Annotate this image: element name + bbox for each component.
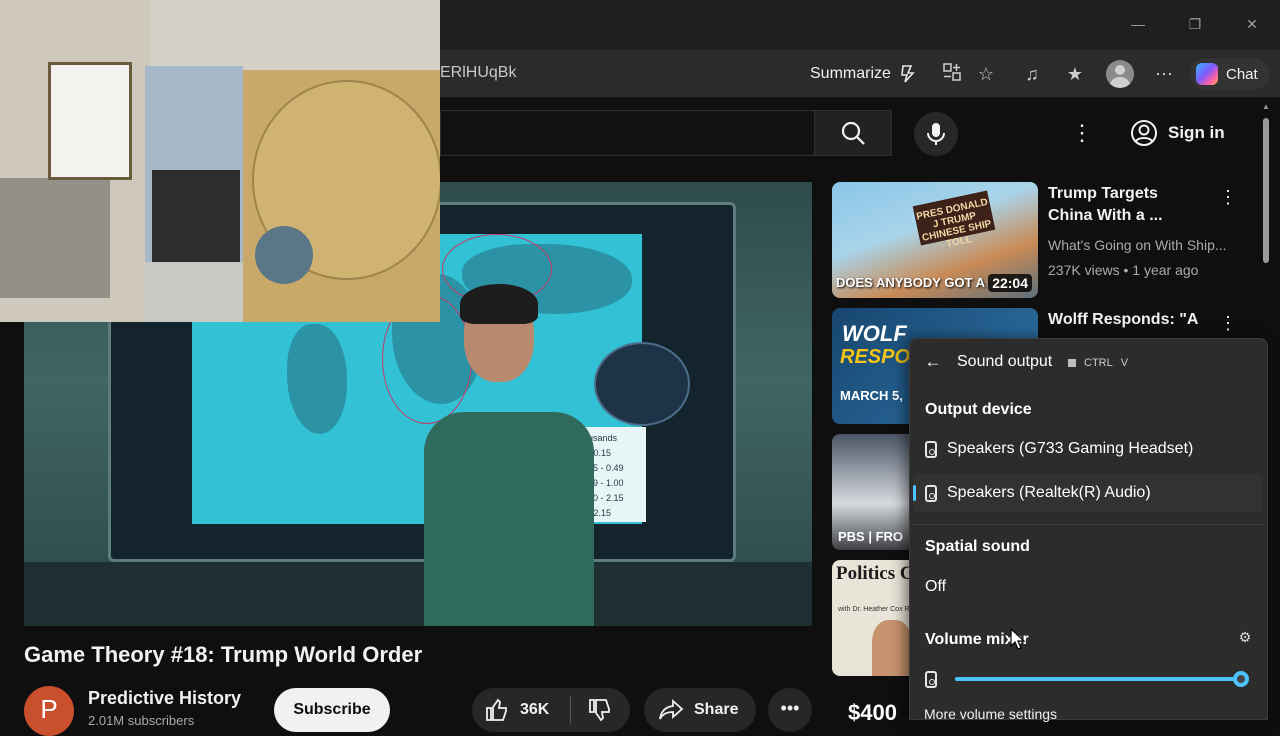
recommendation-thumbnail[interactable]: PRES DONALD J TRUMP CHINESE SHIP TOLL DO…	[832, 182, 1038, 298]
share-label: Share	[694, 701, 739, 718]
webcam-floor	[145, 262, 245, 322]
volume-slider-fill	[955, 677, 1241, 681]
mouse-cursor-icon	[1010, 628, 1026, 650]
shortcut-key: V	[1120, 357, 1129, 369]
chat-label: Chat	[1226, 65, 1258, 83]
thumbnail-price-text: $400	[848, 700, 897, 725]
search-input[interactable]	[440, 110, 814, 156]
like-count: 36K	[520, 701, 550, 718]
webcam-overlay	[0, 0, 440, 322]
recommendation-title-line: China With a ...	[1048, 207, 1163, 224]
thumbs-up-icon	[486, 698, 507, 721]
flyout-divider	[913, 524, 1263, 525]
video-title: Game Theory #18: Trump World Order	[24, 642, 423, 667]
search-icon	[841, 121, 865, 145]
legend-row: - 0.15	[588, 448, 612, 458]
split-screen-icon[interactable]	[940, 62, 964, 86]
recommendation-channel[interactable]: What's Going on With Ship...	[1048, 237, 1227, 253]
microphone-icon	[927, 123, 945, 145]
keyboard-shortcut-hint: CTRL V	[1068, 355, 1128, 371]
media-control-icon[interactable]: ♫	[1020, 62, 1044, 86]
sound-output-flyout	[909, 338, 1268, 720]
legend-row: - 2.15	[588, 508, 612, 518]
classroom-floor	[24, 562, 812, 626]
spatial-sound-heading: Spatial sound	[925, 538, 1030, 555]
recommendation-menu-icon[interactable]: ⋮	[1218, 184, 1238, 210]
thumbnail-banner: PRES DONALD J TRUMP CHINESE SHIP TOLL	[912, 190, 996, 250]
settings-menu-icon[interactable]: ⋮	[1070, 120, 1094, 146]
more-actions-button[interactable]: •••	[768, 688, 812, 732]
copilot-icon	[1196, 63, 1218, 85]
sign-in-button[interactable]: Sign in	[1118, 114, 1237, 152]
south-america-shape	[287, 324, 347, 434]
thumbnail-logo: PBS | FRO	[838, 529, 904, 544]
channel-avatar[interactable]: P	[24, 686, 74, 736]
recommendation-title[interactable]: Trump Targets China With a ...	[1048, 183, 1228, 227]
subscribe-button[interactable]: Subscribe	[274, 688, 390, 732]
recommendation-title-line: Trump Targets	[1048, 185, 1158, 202]
selected-indicator	[913, 485, 916, 501]
thumbnail-text: RESPO	[840, 346, 911, 368]
thumbnail-caption: DOES ANYBODY GOT A	[836, 275, 986, 290]
device-label: Speakers (G733 Gaming Headset)	[947, 440, 1194, 457]
channel-name[interactable]: Predictive History	[88, 688, 241, 709]
minimize-icon[interactable]: —	[1126, 12, 1150, 36]
subscriber-count: 2.01M subscribers	[88, 713, 195, 728]
summarize-label: Summarize	[810, 65, 891, 82]
voice-search-button[interactable]	[914, 112, 958, 156]
recommendation-title[interactable]: Wolff Responds: "A	[1048, 309, 1198, 331]
output-device-option-selected[interactable]: Speakers (Realtek(R) Audio)	[913, 474, 1263, 512]
copilot-summary-icon	[901, 65, 915, 83]
annotation-dial	[594, 342, 690, 426]
sign-in-label: Sign in	[1168, 123, 1225, 142]
summarize-button[interactable]: Summarize	[810, 62, 919, 86]
favorites-icon[interactable]: ★	[1063, 62, 1087, 86]
thumbnail-date: MARCH 5,	[840, 388, 903, 403]
windows-key-icon	[1068, 359, 1076, 367]
webcam-hallway	[152, 170, 240, 270]
webcam-equipment	[0, 178, 110, 298]
search-button[interactable]	[814, 110, 892, 156]
restore-icon[interactable]: ❐	[1183, 12, 1207, 36]
speaker-icon	[925, 671, 937, 688]
thumbnail-text: WOLF	[842, 321, 907, 346]
output-device-heading: Output device	[925, 401, 1032, 418]
volume-slider-thumb[interactable]	[1233, 671, 1249, 687]
favorite-star-icon[interactable]: ☆	[974, 62, 998, 86]
spatial-sound-option[interactable]: Off	[925, 578, 946, 596]
presenter-hair	[460, 284, 538, 324]
copilot-chat-button[interactable]: Chat	[1190, 58, 1270, 90]
webcam-globe	[255, 226, 313, 284]
share-icon	[659, 698, 684, 720]
close-icon[interactable]: ✕	[1240, 12, 1264, 36]
webcam-whiteboard	[48, 62, 132, 180]
duration-badge: 22:04	[988, 274, 1032, 292]
scroll-up-arrow-icon[interactable]: ▲	[1262, 102, 1270, 112]
flyout-title: Sound output	[957, 353, 1053, 370]
dislike-button[interactable]	[584, 694, 616, 726]
output-device-option[interactable]: Speakers (G733 Gaming Headset)	[913, 430, 1263, 468]
profile-avatar[interactable]	[1106, 60, 1134, 88]
legend-row: 15 - 0.49	[588, 463, 624, 473]
thumbnail-person	[872, 620, 912, 676]
legend-row: 00 - 2.15	[588, 493, 624, 503]
legend-row: 49 - 1.00	[588, 478, 624, 488]
device-label: Speakers (Realtek(R) Audio)	[947, 484, 1151, 501]
like-button[interactable]: 36K	[484, 694, 549, 726]
gear-icon[interactable]: ⚙	[1236, 628, 1254, 646]
url-text[interactable]: ERlHUqBk	[440, 64, 516, 82]
more-icon[interactable]: ⋯	[1152, 62, 1176, 86]
account-icon	[1131, 120, 1157, 146]
recommendation-meta: 237K views • 1 year ago	[1048, 262, 1199, 278]
back-arrow-icon[interactable]: ←	[922, 350, 944, 374]
scrollbar-thumb[interactable]	[1263, 118, 1269, 263]
share-button[interactable]: Share	[644, 688, 756, 732]
speaker-icon	[925, 484, 937, 502]
shortcut-key: CTRL	[1084, 357, 1113, 369]
presenter-body	[424, 412, 594, 626]
legend-title: usands	[588, 433, 618, 443]
recommendation-menu-icon[interactable]: ⋮	[1218, 310, 1238, 336]
thumbs-down-icon	[589, 699, 610, 722]
speaker-icon	[925, 440, 937, 458]
